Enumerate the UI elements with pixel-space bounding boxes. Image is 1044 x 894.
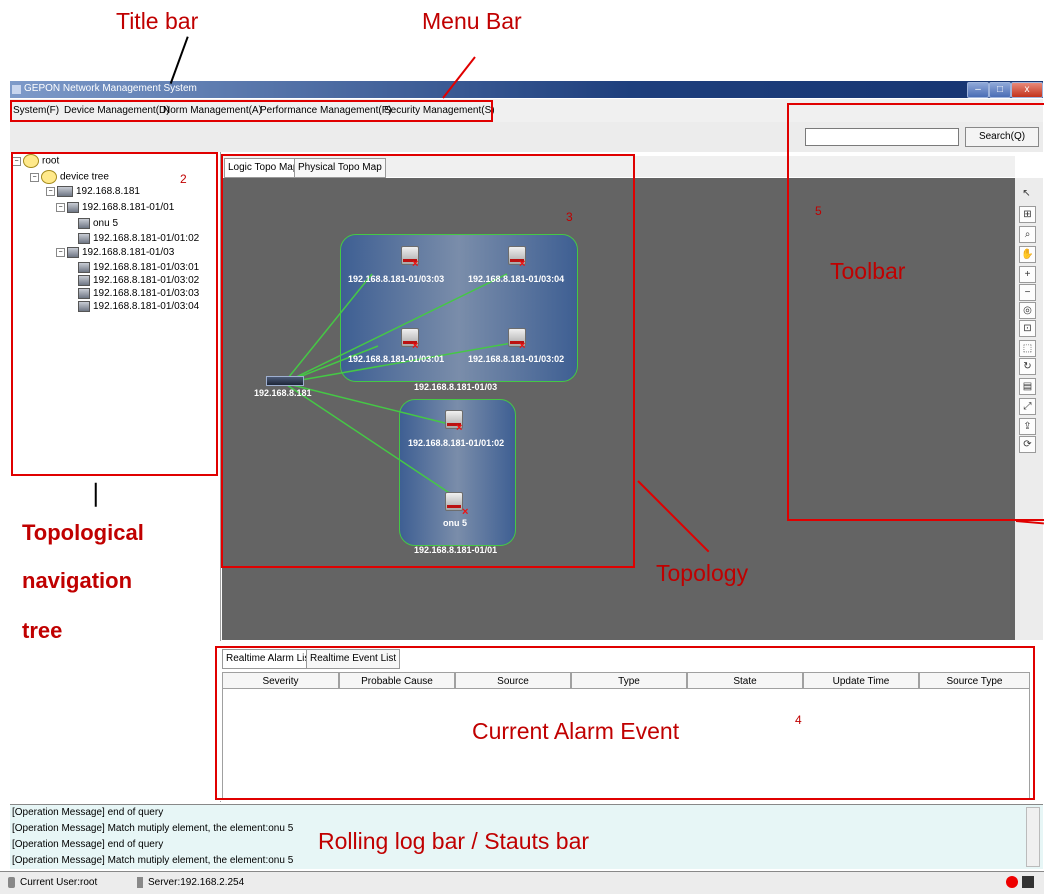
region-number-4: 4 (795, 713, 802, 727)
close-button[interactable]: x (1011, 82, 1043, 98)
alarm-annotation: Current Alarm Event (472, 718, 680, 744)
server-address: Server:192.168.2.254 (148, 877, 245, 888)
log-annotation: Rolling log bar / Stauts bar (318, 828, 590, 854)
maximize-button[interactable]: □ (989, 82, 1011, 98)
toolbar-annotation: Toolbar (830, 258, 906, 284)
log-line: [Operation Message] Match mutiply elemen… (12, 855, 294, 866)
nav-tree-annotation-2: navigation (22, 568, 133, 593)
menu-bar-annotation: Menu Bar (422, 8, 522, 34)
log-scrollbar[interactable] (1026, 807, 1040, 867)
title-bar-annotation: Title bar (116, 8, 199, 34)
tree-highlight (11, 152, 218, 476)
title-bar: GEPON Network Management System – □ x (10, 81, 1043, 98)
title-pointer (170, 36, 189, 84)
log-line: [Operation Message] end of query (12, 839, 164, 850)
region-number-5: 5 (815, 204, 822, 218)
region-number-2: 2 (180, 172, 187, 186)
app-icon (12, 85, 21, 94)
topology-annotation: Topology (656, 560, 749, 586)
log-line: [Operation Message] Match mutiply elemen… (12, 823, 294, 834)
region-number-3: 3 (566, 210, 573, 224)
sound-icon[interactable] (1022, 876, 1034, 888)
minimize-button[interactable]: – (967, 82, 989, 98)
log-line: [Operation Message] end of query (12, 807, 164, 818)
nav-tree-annotation-1: Topological (22, 520, 144, 545)
toolbar-highlight (787, 103, 1044, 521)
server-icon (137, 877, 143, 888)
status-bar: Current User:root Server:192.168.2.254 (0, 871, 1044, 894)
window-title: GEPON Network Management System (24, 83, 197, 94)
alarm-indicator-icon[interactable] (1006, 876, 1018, 888)
current-user: Current User:root (20, 877, 98, 888)
user-icon (8, 877, 15, 888)
nav-tree-annotation-3: tree (22, 618, 63, 643)
tree-pointer (95, 482, 97, 507)
menu-bar-highlight (10, 100, 493, 122)
